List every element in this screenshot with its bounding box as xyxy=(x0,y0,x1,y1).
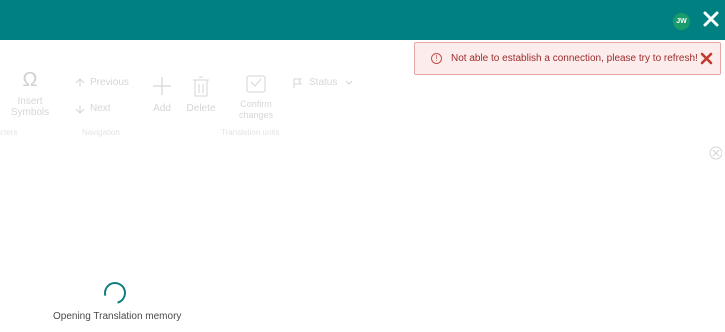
avatar-initials: JW xyxy=(676,18,687,25)
previous-button[interactable]: Previous xyxy=(75,77,129,88)
insert-symbols-button[interactable]: Ω Insert Symbols xyxy=(8,70,52,118)
delete-button[interactable]: Delete xyxy=(185,76,217,114)
navigation-group-label: Navigation xyxy=(82,128,120,137)
status-dropdown[interactable]: Status xyxy=(293,77,353,88)
user-avatar[interactable]: JW xyxy=(673,13,690,30)
omega-icon: Ω xyxy=(22,69,38,91)
insert-symbols-label: Insert Symbols xyxy=(10,96,50,118)
loading-message: Opening Translation memory xyxy=(53,311,182,322)
add-label: Add xyxy=(153,103,171,114)
close-panel-icon[interactable] xyxy=(708,146,723,160)
confirm-changes-button[interactable]: Confirm changes xyxy=(232,74,280,121)
side-panel-fragment xyxy=(708,146,723,182)
translation-units-group-label: Translation units xyxy=(221,128,280,137)
plus-icon xyxy=(153,77,171,95)
chevron-down-icon xyxy=(346,80,353,85)
next-button[interactable]: Next xyxy=(75,103,111,114)
loading-spinner xyxy=(99,277,131,309)
save-icon xyxy=(246,75,266,93)
dismiss-error-icon[interactable] xyxy=(700,52,713,65)
previous-label: Previous xyxy=(90,77,129,88)
error-banner: ! Not able to establish a connection, pl… xyxy=(414,42,721,75)
arrow-up-icon xyxy=(75,77,85,87)
confirm-changes-label: Confirm changes xyxy=(238,99,274,120)
trash-icon xyxy=(193,76,209,97)
next-label: Next xyxy=(90,103,111,114)
error-message: Not able to establish a connection, plea… xyxy=(451,53,698,64)
flag-icon xyxy=(293,78,303,88)
characters-group-label: cters xyxy=(0,128,18,137)
info-icon: ! xyxy=(431,53,442,64)
status-label: Status xyxy=(309,77,338,88)
delete-label: Delete xyxy=(186,103,216,114)
app-header: JW xyxy=(0,0,725,40)
close-icon[interactable] xyxy=(702,10,720,28)
add-button[interactable]: Add xyxy=(150,76,174,114)
arrow-down-icon xyxy=(75,104,85,114)
